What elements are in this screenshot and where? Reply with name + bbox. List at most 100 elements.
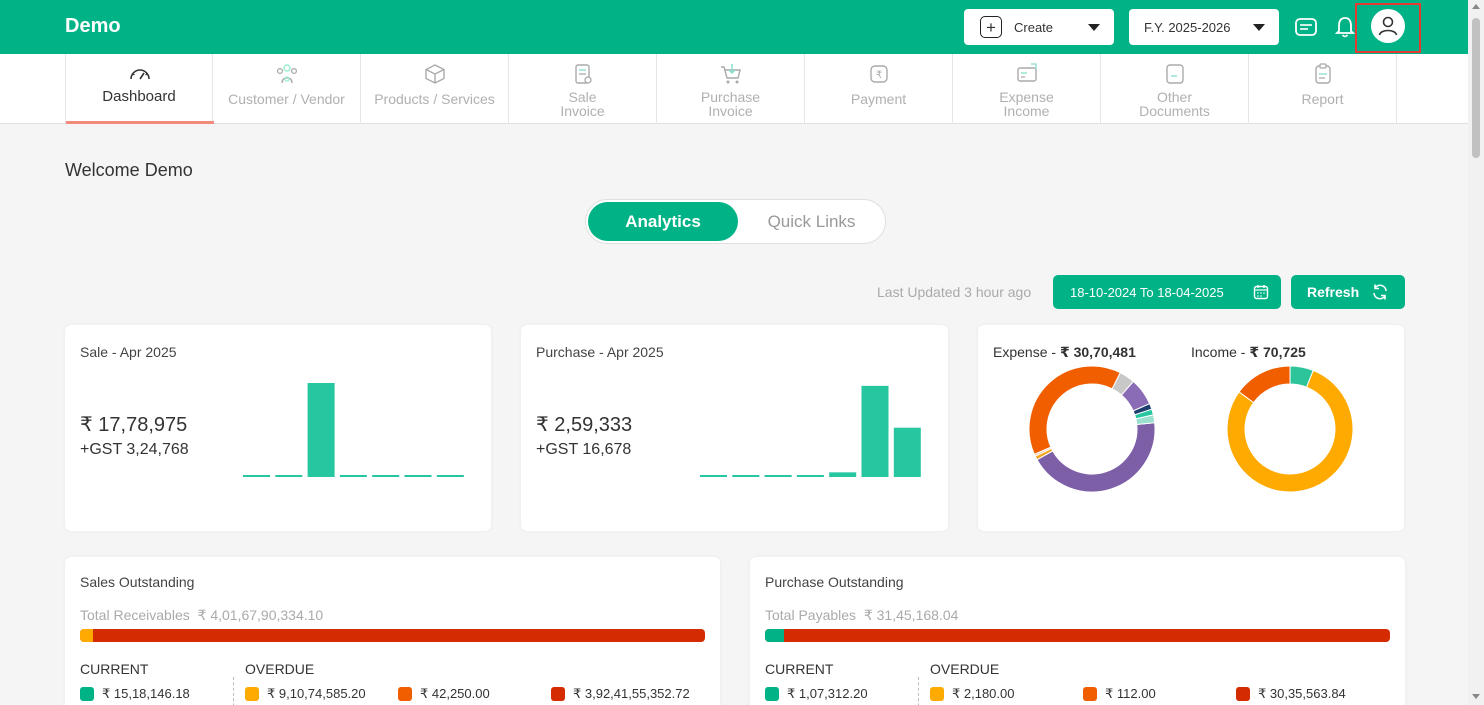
legend-swatch: [1083, 687, 1097, 701]
overdue-value: ₹ 3,92,41,55,352.72: [573, 686, 690, 701]
donut-slice: [1238, 365, 1291, 404]
tab-quick-links[interactable]: Quick Links: [738, 202, 885, 241]
expense-income-card: Expense - ₹ 30,70,481 Income - ₹ 70,725: [978, 325, 1404, 531]
current-heading: CURRENT: [765, 661, 834, 677]
page-scrollbar[interactable]: [1468, 0, 1484, 705]
chevron-down-icon: [1088, 24, 1100, 31]
bar: [732, 475, 760, 477]
tab-analytics[interactable]: Analytics: [588, 202, 738, 241]
refresh-label: Refresh: [1307, 284, 1360, 300]
scroll-up-arrow-icon[interactable]: [1472, 4, 1480, 9]
create-label: Create: [1014, 19, 1054, 35]
nav-label: Purchase: [700, 89, 761, 105]
receivables-current-fill: [80, 629, 93, 642]
sales-outstanding-card: Sales Outstanding Total Receivables ₹ 4,…: [65, 557, 720, 705]
overdue-legend-3: ₹ 3,92,41,55,352.72: [551, 686, 690, 702]
nav-label: Expense: [999, 89, 1054, 105]
payables-current-fill: [765, 629, 784, 642]
nav-item-other[interactable]: Other Documents: [1101, 54, 1249, 124]
user-icon: [1378, 16, 1398, 36]
overdue-legend-2: ₹ 112.00: [1083, 686, 1156, 702]
legend-swatch: [1236, 687, 1250, 701]
bar: [404, 475, 432, 477]
nav-label-line2: Income: [1003, 103, 1050, 119]
chat-icon[interactable]: [1293, 14, 1319, 40]
cart-icon: [721, 64, 741, 84]
scrollbar-thumb[interactable]: [1472, 18, 1480, 158]
view-toggle: Analytics Quick Links: [585, 199, 886, 244]
nav-label-line2: Documents: [1139, 103, 1210, 119]
bar: [829, 472, 857, 477]
current-legend: ₹ 15,18,146.18: [80, 686, 190, 702]
bar: [307, 383, 335, 477]
nav-label: Other: [1156, 89, 1192, 105]
financial-year-label: F.Y. 2025-2026: [1144, 19, 1231, 35]
legend-swatch: [551, 687, 565, 701]
sale-card: Sale - Apr 2025 ₹ 17,78,975 +GST 3,24,76…: [65, 325, 491, 531]
bar: [796, 475, 824, 477]
payables-progress-bar: [765, 629, 1390, 642]
brand-title: Demo: [65, 15, 121, 37]
total-payables-value: ₹ 31,45,168.04: [863, 607, 959, 623]
invoice-icon: [575, 64, 592, 84]
welcome-heading: Welcome Demo: [65, 160, 193, 180]
total-receivables-value: ₹ 4,01,67,90,334.10: [197, 607, 324, 623]
bar: [339, 475, 367, 477]
bar: [275, 475, 303, 477]
nav-label: Report: [1301, 91, 1344, 107]
bar: [700, 475, 727, 477]
current-value: ₹ 1,07,312.20: [787, 686, 868, 701]
total-payables: Total Payables ₹ 31,45,168.04: [765, 607, 958, 624]
total-payables-label: Total Payables: [765, 607, 857, 623]
date-range-picker[interactable]: 18-10-2024 To 18-04-2025: [1053, 275, 1281, 309]
nav-item-expense[interactable]: Expense Income: [953, 54, 1101, 124]
overdue-legend-3: ₹ 30,35,563.84: [1236, 686, 1346, 702]
donut-slice: [1036, 422, 1156, 493]
nav-item-customer-vendor[interactable]: Customer / Vendor: [213, 54, 361, 124]
total-receivables-label: Total Receivables: [80, 607, 190, 623]
nav-item-dashboard[interactable]: Dashboard: [65, 54, 214, 124]
purchase-outstanding-card: Purchase Outstanding Total Payables ₹ 31…: [750, 557, 1405, 705]
bar: [893, 427, 921, 477]
nav-label: Payment: [850, 91, 907, 107]
scroll-down-arrow-icon[interactable]: [1472, 694, 1480, 699]
svg-text:₹: ₹: [876, 70, 882, 81]
current-value: ₹ 15,18,146.18: [102, 686, 190, 701]
bar: [861, 385, 889, 477]
financial-year-select[interactable]: F.Y. 2025-2026: [1129, 9, 1279, 45]
sales-outstanding-title: Sales Outstanding: [80, 574, 195, 590]
donut-slice: [1028, 365, 1121, 456]
overdue-legend-2: ₹ 42,250.00: [398, 686, 490, 702]
date-range-label: 18-10-2024 To 18-04-2025: [1070, 284, 1224, 300]
overdue-heading: OVERDUE: [930, 661, 1000, 677]
refresh-button[interactable]: Refresh: [1291, 275, 1405, 309]
legend-swatch: [930, 687, 944, 701]
total-receivables: Total Receivables ₹ 4,01,67,90,334.10: [80, 607, 323, 624]
current-legend: ₹ 1,07,312.20: [765, 686, 868, 702]
nav-item-sale[interactable]: Sale Invoice: [509, 54, 657, 124]
sale-bar-chart: [243, 383, 464, 477]
nav-item-products-services[interactable]: Products / Services: [361, 54, 509, 124]
nav-label: Customer / Vendor: [228, 91, 345, 107]
box-icon: [425, 64, 445, 84]
overdue-heading: OVERDUE: [245, 661, 315, 677]
overdue-value: ₹ 112.00: [1105, 686, 1156, 701]
legend-swatch: [765, 687, 779, 701]
divider: [918, 677, 919, 705]
overdue-value: ₹ 30,35,563.84: [1258, 686, 1346, 701]
nav-label: Products / Services: [374, 91, 495, 107]
create-button[interactable]: + Create: [964, 9, 1114, 45]
nav-label-line2: Invoice: [560, 103, 605, 119]
nav-item-report[interactable]: Report: [1249, 54, 1397, 124]
current-heading: CURRENT: [80, 661, 149, 677]
nav-item-payment[interactable]: ₹ Payment: [805, 54, 953, 124]
bar: [764, 475, 792, 477]
speedometer-icon: [130, 69, 150, 80]
profile-button[interactable]: [1371, 9, 1405, 43]
overdue-value: ₹ 9,10,74,585.20: [267, 686, 366, 701]
overdue-legend-1: ₹ 2,180.00: [930, 686, 1015, 702]
receivables-progress-bar: [80, 629, 705, 642]
expense-icon: [1017, 63, 1037, 82]
main-nav: Dashboard Customer / Vendor Products / Ser…: [0, 54, 1468, 124]
nav-item-purchase[interactable]: Purchase Invoice: [657, 54, 805, 124]
